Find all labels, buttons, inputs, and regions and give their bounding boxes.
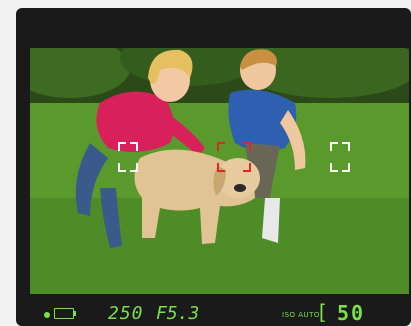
viewfinder-scene [30, 48, 409, 294]
frames-bracket: [ [316, 300, 329, 324]
aperture: F5.3 [156, 303, 200, 324]
battery-icon [54, 308, 76, 319]
shutter-speed: 250 [108, 303, 144, 324]
af-point-left [118, 142, 138, 172]
af-point-right [330, 142, 350, 172]
viewfinder-info-bar: 250 F5.3 ISO AUTO [ 50 [16, 300, 411, 326]
camera-viewfinder: 250 F5.3 ISO AUTO [ 50 [16, 8, 411, 326]
focus-confirm-indicator [44, 312, 50, 318]
af-point-center-active [217, 142, 251, 172]
frames-remaining: 50 [337, 301, 366, 325]
iso-auto-label: ISO AUTO [282, 311, 320, 319]
